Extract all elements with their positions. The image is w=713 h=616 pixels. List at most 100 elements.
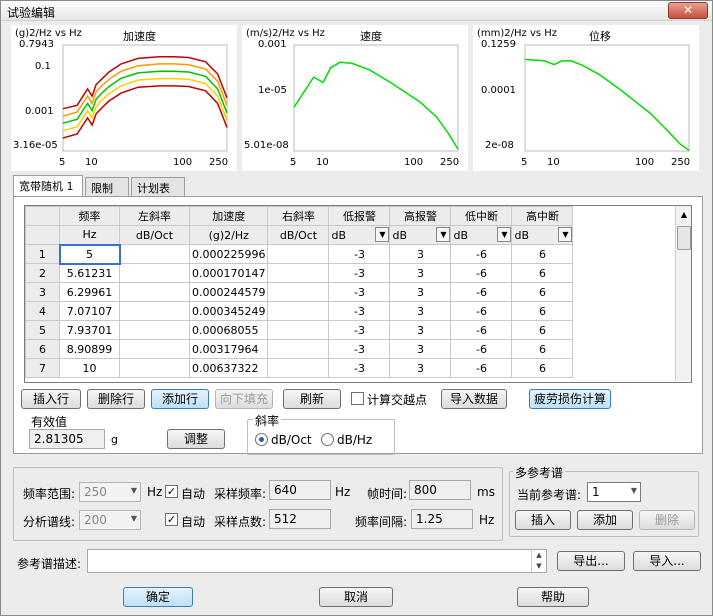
low-abort-cell[interactable]: -6 [450, 358, 513, 378]
low-alarm-cell[interactable]: -3 [328, 358, 391, 378]
cancel-button[interactable]: 取消 [319, 587, 393, 607]
import-data-button[interactable]: 导入数据 [441, 389, 507, 409]
current-ref-select[interactable]: 1 ▼ [587, 482, 641, 502]
acc-cell[interactable]: 0.00068055 [188, 320, 269, 340]
tab-broadband-random[interactable]: 宽带随机 1 [13, 175, 83, 196]
col-header[interactable]: 高报警 [389, 206, 452, 226]
insert-ref-button[interactable]: 插入 [515, 510, 571, 530]
acc-cell[interactable]: 0.00637322 [188, 358, 269, 378]
high-abort-cell[interactable]: 6 [511, 263, 574, 283]
scroll-up-icon[interactable]: ▲ [677, 208, 691, 222]
high-alarm-cell[interactable]: 3 [389, 263, 452, 283]
high-abort-cell[interactable]: 6 [511, 339, 574, 359]
scroll-thumb[interactable] [677, 226, 691, 250]
acc-cell[interactable]: 0.000170147 [188, 263, 269, 283]
analysis-lines-select[interactable]: 200 ▼ [79, 510, 141, 530]
right-slope-cell[interactable] [267, 301, 330, 321]
freq-cell[interactable]: 7.93701 [59, 320, 120, 340]
low-alarm-cell[interactable]: -3 [328, 263, 391, 283]
low-abort-cell[interactable]: -6 [450, 339, 513, 359]
table-row[interactable]: 2 5.61231 0.000170147 -3 3 -6 6 [25, 263, 574, 283]
col-header[interactable]: 左斜率 [119, 206, 190, 226]
col-header[interactable]: 加速度 [188, 206, 269, 226]
col-header[interactable]: 低中断 [450, 206, 513, 226]
right-slope-cell[interactable] [267, 358, 330, 378]
insert-row-button[interactable]: 插入行 [21, 389, 81, 409]
ok-button[interactable]: 确定 [123, 587, 193, 607]
import-button[interactable]: 导入... [633, 551, 701, 571]
low-alarm-cell[interactable]: -3 [328, 282, 391, 302]
left-slope-cell[interactable] [119, 339, 190, 359]
tab-schedule[interactable]: 计划表 1 [131, 177, 185, 209]
high-alarm-cell[interactable]: 3 [389, 339, 452, 359]
delete-row-button[interactable]: 删除行 [87, 389, 145, 409]
adjust-button[interactable]: 调整 [167, 429, 225, 449]
ref-desc-input[interactable] [87, 549, 547, 573]
unit-dropdown[interactable]: dB ▼ [511, 225, 574, 245]
slope-db-hz-radio[interactable] [321, 433, 334, 446]
freq-cell[interactable]: 7.07107 [59, 301, 120, 321]
low-abort-cell[interactable]: -6 [450, 320, 513, 340]
table-scrollbar[interactable]: ▲ [675, 206, 691, 381]
slope-db-oct-radio[interactable] [255, 433, 268, 446]
left-slope-cell[interactable] [119, 244, 190, 264]
calc-cross-checkbox[interactable] [351, 392, 364, 405]
freq-cell[interactable]: 6.29961 [59, 282, 120, 302]
acc-cell[interactable]: 0.00317964 [188, 339, 269, 359]
unit-dropdown[interactable]: dB ▼ [389, 225, 452, 245]
col-header[interactable]: 高中断 [511, 206, 574, 226]
high-alarm-cell[interactable]: 3 [389, 320, 452, 340]
acc-cell[interactable]: 0.000244579 [188, 282, 269, 302]
right-slope-cell[interactable] [267, 320, 330, 340]
left-slope-cell[interactable] [119, 282, 190, 302]
help-button[interactable]: 帮助 [517, 587, 589, 607]
table-row[interactable]: 4 7.07107 0.000345249 -3 3 -6 6 [25, 301, 574, 321]
low-abort-cell[interactable]: -6 [450, 244, 513, 264]
add-row-button[interactable]: 添加行 [151, 389, 209, 409]
auto-lines-checkbox[interactable]: ✓ [165, 513, 178, 526]
dropdown-arrow-icon[interactable]: ▼ [375, 227, 389, 242]
desc-spin-icon[interactable]: ▲ ▼ [531, 550, 546, 572]
auto-freq-checkbox[interactable]: ✓ [165, 485, 178, 498]
table-row[interactable]: 5 7.93701 0.00068055 -3 3 -6 6 [25, 320, 574, 340]
left-slope-cell[interactable] [119, 358, 190, 378]
col-header[interactable]: 低报警 [328, 206, 391, 226]
col-header[interactable]: 频率 [59, 206, 120, 226]
table-row[interactable]: 3 6.29961 0.000244579 -3 3 -6 6 [25, 282, 574, 302]
right-slope-cell[interactable] [267, 282, 330, 302]
freq-cell[interactable]: 8.90899 [59, 339, 120, 359]
high-alarm-cell[interactable]: 3 [389, 358, 452, 378]
delete-ref-button[interactable]: 删除 [639, 510, 695, 530]
right-slope-cell[interactable] [267, 263, 330, 283]
high-abort-cell[interactable]: 6 [511, 282, 574, 302]
high-abort-cell[interactable]: 6 [511, 320, 574, 340]
freq-cell[interactable]: 5 [58, 243, 121, 265]
low-alarm-cell[interactable]: -3 [328, 320, 391, 340]
right-slope-cell[interactable] [267, 339, 330, 359]
freq-cell[interactable]: 5.61231 [59, 263, 120, 283]
left-slope-cell[interactable] [119, 301, 190, 321]
low-abort-cell[interactable]: -6 [450, 301, 513, 321]
high-abort-cell[interactable]: 6 [511, 301, 574, 321]
dropdown-arrow-icon[interactable]: ▼ [558, 227, 572, 242]
low-alarm-cell[interactable]: -3 [328, 339, 391, 359]
low-alarm-cell[interactable]: -3 [328, 301, 391, 321]
table-row[interactable]: 6 8.90899 0.00317964 -3 3 -6 6 [25, 339, 574, 359]
add-ref-button[interactable]: 添加 [577, 510, 633, 530]
high-alarm-cell[interactable]: 3 [389, 244, 452, 264]
acc-cell[interactable]: 0.000225996 [188, 244, 269, 264]
col-header[interactable]: 右斜率 [267, 206, 330, 226]
freq-cell[interactable]: 10 [59, 358, 120, 378]
acc-cell[interactable]: 0.000345249 [188, 301, 269, 321]
freq-range-select[interactable]: 250 ▼ [79, 482, 141, 502]
table-row[interactable]: 1 5 0.000225996 -3 3 -6 6 [25, 243, 574, 265]
low-abort-cell[interactable]: -6 [450, 263, 513, 283]
table-row[interactable]: 7 10 0.00637322 -3 3 -6 6 [25, 358, 574, 378]
fill-down-button[interactable]: 向下填充 [215, 389, 273, 409]
high-abort-cell[interactable]: 6 [511, 244, 574, 264]
dropdown-arrow-icon[interactable]: ▼ [436, 227, 450, 242]
low-alarm-cell[interactable]: -3 [328, 244, 391, 264]
export-button[interactable]: 导出... [557, 551, 625, 571]
right-slope-cell[interactable] [267, 244, 330, 264]
left-slope-cell[interactable] [119, 320, 190, 340]
